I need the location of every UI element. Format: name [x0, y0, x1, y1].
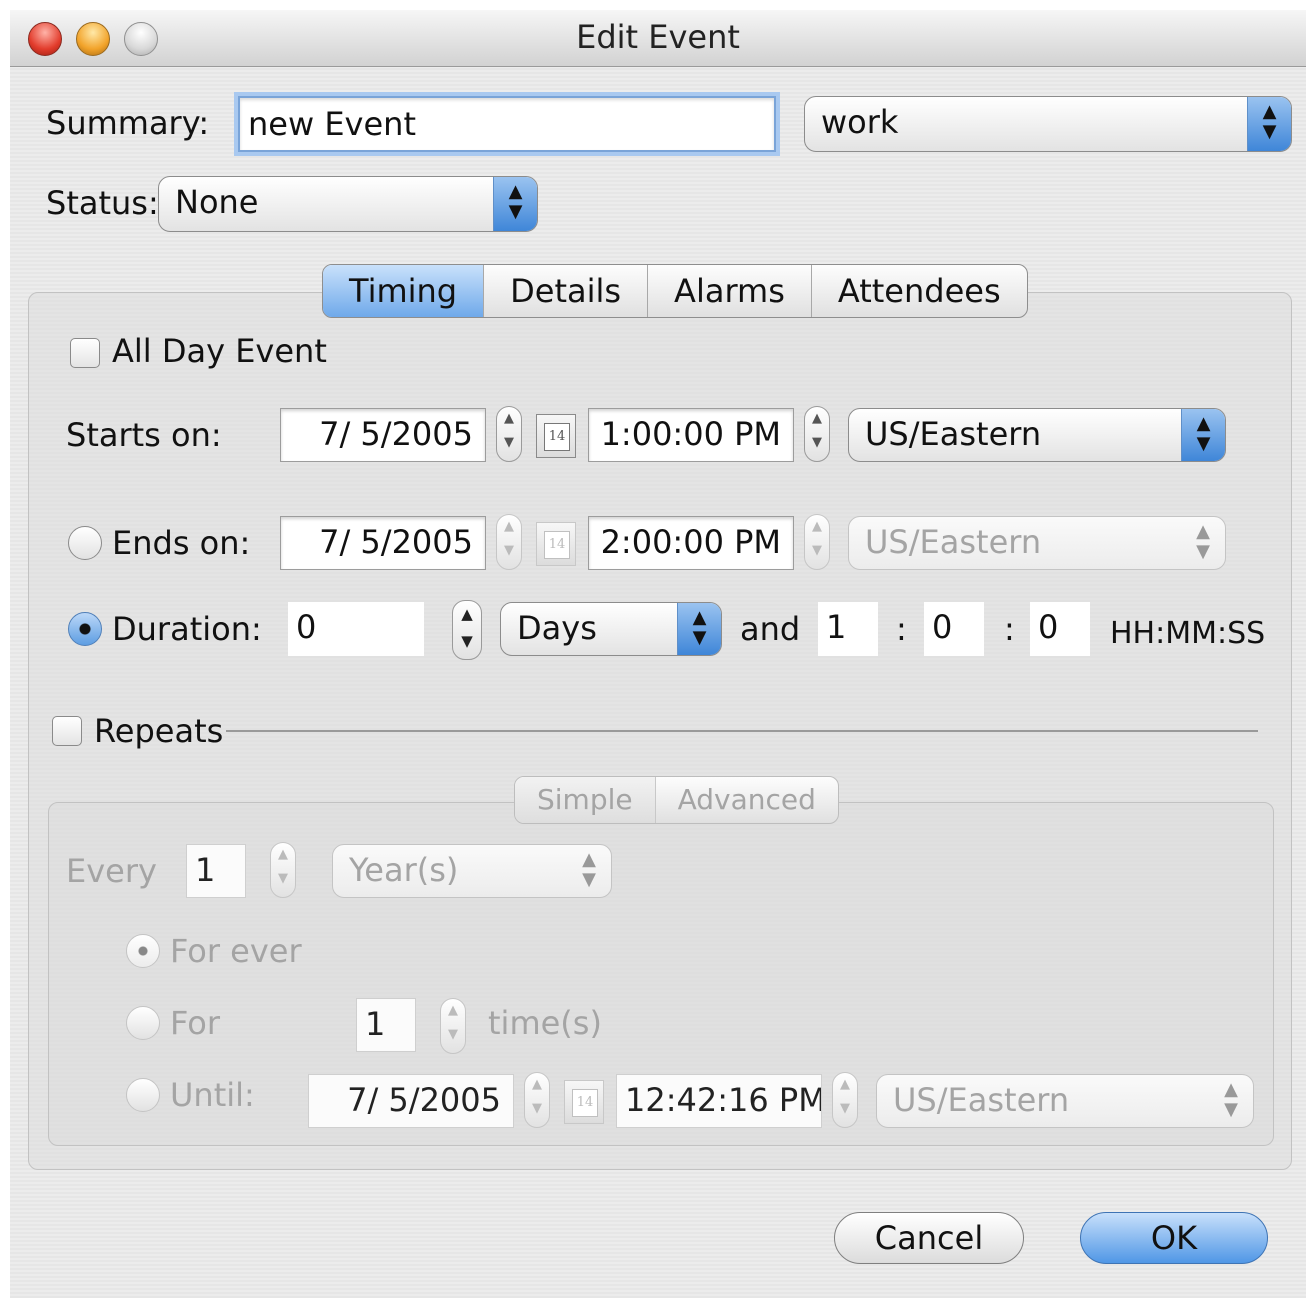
duration-radio[interactable]: [68, 612, 102, 646]
tab-simple[interactable]: Simple: [515, 777, 656, 823]
status-label: Status:: [46, 184, 159, 222]
status-select-value: None: [175, 183, 259, 221]
end-date-calendar-button[interactable]: 14: [536, 522, 576, 566]
until-label: Until:: [170, 1076, 255, 1114]
end-date-field[interactable]: 7/ 5/2005: [280, 516, 486, 570]
end-timezone-value: US/Eastern: [865, 523, 1042, 561]
summary-input[interactable]: new Event: [238, 96, 776, 152]
popup-arrows-icon: ▲ ▼: [493, 177, 537, 231]
starts-on-label: Starts on:: [66, 416, 222, 454]
end-time-field[interactable]: 2:00:00 PM: [588, 516, 794, 570]
all-day-label: All Day Event: [112, 332, 327, 370]
calendar-icon: 14: [544, 423, 570, 451]
edit-event-window: Edit Event Summary: new Event work ▲ ▼ St…: [10, 10, 1306, 1298]
tab-advanced[interactable]: Advanced: [656, 777, 838, 823]
main-tabs: Timing Details Alarms Attendees: [322, 264, 1028, 318]
duration-unit-select[interactable]: Days ▲ ▼: [500, 602, 722, 656]
until-date-calendar-button[interactable]: 14: [564, 1080, 604, 1124]
start-date-field[interactable]: 7/ 5/2005: [280, 408, 486, 462]
ends-on-label: Ends on:: [112, 524, 251, 562]
for-times-field[interactable]: 1: [356, 998, 416, 1052]
duration-minutes-field[interactable]: 0: [924, 602, 984, 656]
time-separator: :: [1004, 610, 1015, 648]
times-suffix-label: time(s): [488, 1004, 602, 1042]
end-date-stepper[interactable]: ▲ ▼: [496, 514, 522, 570]
every-value-field[interactable]: 1: [186, 844, 246, 898]
window-title: Edit Event: [576, 18, 740, 56]
start-time-field[interactable]: 1:00:00 PM: [588, 408, 794, 462]
status-select[interactable]: None ▲ ▼: [158, 176, 538, 232]
every-unit-value: Year(s): [349, 851, 459, 889]
popup-arrows-icon: ▲ ▼: [582, 849, 596, 890]
repeat-tabs: Simple Advanced: [514, 776, 839, 824]
duration-days-field[interactable]: 0: [288, 602, 424, 656]
repeats-checkbox[interactable]: [52, 716, 82, 746]
summary-label: Summary:: [46, 104, 210, 142]
duration-label: Duration:: [112, 610, 262, 648]
for-ever-radio[interactable]: [126, 934, 160, 968]
ends-on-radio[interactable]: [68, 526, 102, 560]
cancel-button[interactable]: Cancel: [834, 1212, 1024, 1264]
end-timezone-select[interactable]: US/Eastern ▲ ▼: [848, 516, 1226, 570]
tab-alarms[interactable]: Alarms: [648, 265, 812, 317]
all-day-checkbox[interactable]: [70, 338, 100, 368]
until-date-stepper[interactable]: ▲ ▼: [524, 1072, 550, 1128]
tab-timing[interactable]: Timing: [323, 265, 485, 317]
until-date-field[interactable]: 7/ 5/2005: [308, 1074, 514, 1128]
start-date-stepper[interactable]: ▲ ▼: [496, 406, 522, 462]
duration-seconds-field[interactable]: 0: [1030, 602, 1090, 656]
end-time-stepper[interactable]: ▲ ▼: [804, 514, 830, 570]
calendar-icon: 14: [544, 531, 570, 559]
time-separator: :: [896, 610, 907, 648]
ok-button[interactable]: OK: [1080, 1212, 1268, 1264]
calendar-select-value: work: [821, 103, 899, 141]
duration-days-stepper[interactable]: ▲ ▼: [452, 600, 482, 660]
start-date-calendar-button[interactable]: 14: [536, 414, 576, 458]
every-stepper[interactable]: ▲ ▼: [270, 842, 296, 898]
calendar-icon: 14: [572, 1089, 598, 1117]
calendar-select[interactable]: work ▲ ▼: [804, 96, 1292, 152]
start-timezone-select[interactable]: US/Eastern ▲ ▼: [848, 408, 1226, 462]
popup-arrows-icon: ▲ ▼: [1196, 521, 1210, 562]
duration-hours-field[interactable]: 1: [818, 602, 878, 656]
until-time-field[interactable]: 12:42:16 PM: [616, 1074, 822, 1128]
popup-arrows-icon: ▲ ▼: [677, 603, 721, 655]
for-label: For: [170, 1004, 220, 1042]
repeats-label: Repeats: [94, 712, 224, 750]
every-label: Every: [66, 852, 157, 890]
popup-arrows-icon: ▲ ▼: [1224, 1079, 1238, 1120]
tab-attendees[interactable]: Attendees: [812, 265, 1027, 317]
repeats-divider: [226, 730, 1258, 732]
until-time-stepper[interactable]: ▲ ▼: [832, 1072, 858, 1128]
start-time-stepper[interactable]: ▲ ▼: [804, 406, 830, 462]
for-ever-label: For ever: [170, 932, 302, 970]
for-times-radio[interactable]: [126, 1006, 160, 1040]
popup-arrows-icon: ▲ ▼: [1247, 97, 1291, 151]
duration-unit-value: Days: [517, 609, 597, 647]
until-timezone-value: US/Eastern: [893, 1081, 1070, 1119]
until-radio[interactable]: [126, 1078, 160, 1112]
popup-arrows-icon: ▲ ▼: [1181, 409, 1225, 461]
tab-details[interactable]: Details: [484, 265, 649, 317]
until-timezone-select[interactable]: US/Eastern ▲ ▼: [876, 1074, 1254, 1128]
title-bar: Edit Event: [10, 10, 1306, 67]
and-label: and: [740, 610, 801, 648]
start-timezone-value: US/Eastern: [865, 415, 1042, 453]
for-times-stepper[interactable]: ▲ ▼: [440, 998, 466, 1054]
every-unit-select[interactable]: Year(s) ▲ ▼: [332, 844, 612, 898]
duration-format-label: HH:MM:SS: [1110, 616, 1266, 651]
